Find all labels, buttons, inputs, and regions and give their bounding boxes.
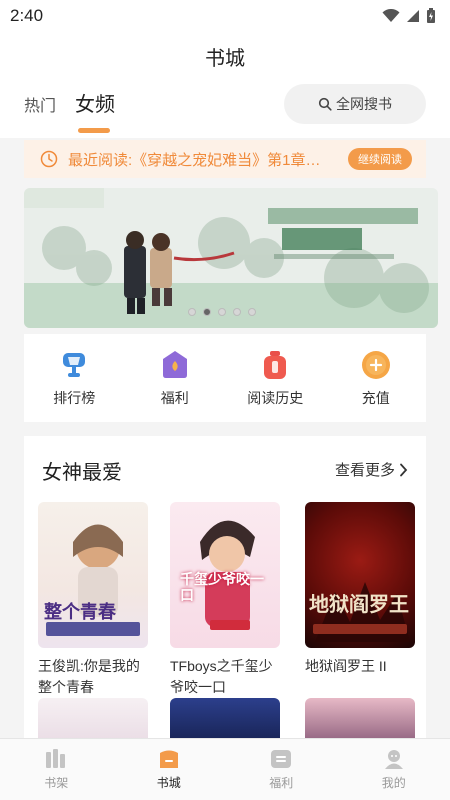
book-cover[interactable]: 整个青春 [38,502,148,648]
quick-link-label: 阅读历史 [247,390,304,406]
book-cover-art [313,582,410,642]
search-label: 全网搜书 [336,96,392,112]
nav-label: 书架 [44,776,69,790]
chevron-right-icon [400,463,408,476]
book-cover[interactable]: 地狱阎罗王 [305,502,415,648]
battery-icon [427,8,435,23]
wifi-icon [382,9,400,22]
quick-link-ranking[interactable]: 排行榜 [29,348,119,408]
nav-bookshelf[interactable]: 书架 [16,748,96,791]
see-more-link[interactable]: 查看更多 [335,459,408,480]
book-cover-title: 千玺少爷咬一口 [180,572,264,604]
status-icons [382,8,436,24]
carousel-dot[interactable] [248,308,256,316]
banner-carousel[interactable] [24,188,438,328]
carousel-dots [188,308,256,316]
quick-link-history[interactable]: 阅读历史 [230,348,320,408]
quick-link-label: 充值 [361,390,390,406]
see-more-label: 查看更多 [334,462,395,479]
book-cover-art [46,524,140,636]
book-title: 地狱阎罗王 II [305,658,387,674]
quick-link-recharge[interactable]: 充值 [331,348,421,408]
quick-link-label: 福利 [160,390,189,406]
bookstore-icon [159,750,178,768]
continue-reading-button[interactable]: 继续阅读 [348,148,412,170]
tab-hot[interactable]: 热门 [24,92,56,116]
banner-image [24,188,438,328]
nav-profile[interactable]: 我的 [354,748,434,791]
book-item[interactable]: 千玺少爷咬一口 TFboys之千玺少爷咬一口 [170,502,280,698]
quick-links: 排行榜 福利 阅读历史 充值 [24,334,426,422]
search-button[interactable]: 全网搜书 [284,84,426,124]
tab-female[interactable]: 女频 [75,88,115,117]
carousel-dot[interactable] [188,308,196,316]
quick-link-welfare[interactable]: 福利 [130,348,220,408]
nav-bookstore[interactable]: 书城 [129,748,209,791]
page-title: 书城 [0,32,450,80]
carousel-dot-active[interactable] [203,308,211,316]
book-title: 王俊凯:你是我的整个青春 [38,658,140,695]
quick-link-label: 排行榜 [53,390,96,406]
carousel-dot[interactable] [218,308,226,316]
carousel-dot[interactable] [233,308,241,316]
nav-label: 福利 [269,776,294,790]
status-time: 2:40 [10,6,44,25]
search-icon [318,97,332,111]
book-item[interactable]: 地狱阎罗王 地狱阎罗王 II [305,502,415,677]
nav-welfare[interactable]: 福利 [241,748,321,791]
bookshelf-icon [46,749,66,768]
nav-label: 书城 [156,776,181,790]
history-icon [258,348,292,382]
nav-label: 我的 [381,776,406,790]
trophy-icon [57,348,91,382]
book-item[interactable]: 整个青春 王俊凯:你是我的整个青春 [38,502,148,698]
book-cover-title: 地狱阎罗王 [309,592,409,616]
clock-icon [40,150,58,168]
coin-icon [359,348,393,382]
status-bar: 2:40 [0,0,450,32]
welfare-icon [271,750,292,768]
book-cover[interactable]: 千玺少爷咬一口 [170,502,280,648]
featured-section: 女神最爱 查看更多 整个青春 王俊凯:你是我的整个青春 千玺少爷咬一口 TFbo… [24,436,426,746]
gift-icon [158,348,192,382]
profile-icon [384,750,403,769]
active-tab-indicator [78,128,110,133]
recent-reading-bar[interactable]: 最近阅读:《穿越之宠妃难当》第1章… 继续阅读 [24,140,426,178]
signal-icon [407,10,419,22]
bottom-nav: 书架 书城 福利 我的 [0,738,450,800]
recent-reading-text: 最近阅读:《穿越之宠妃难当》第1章… [68,151,321,169]
book-title: TFboys之千玺少爷咬一口 [170,658,273,695]
tab-bar: 热门 女频 全网搜书 [0,80,450,138]
section-title: 女神最爱 [42,462,122,484]
book-cover-title: 整个青春 [44,602,116,623]
